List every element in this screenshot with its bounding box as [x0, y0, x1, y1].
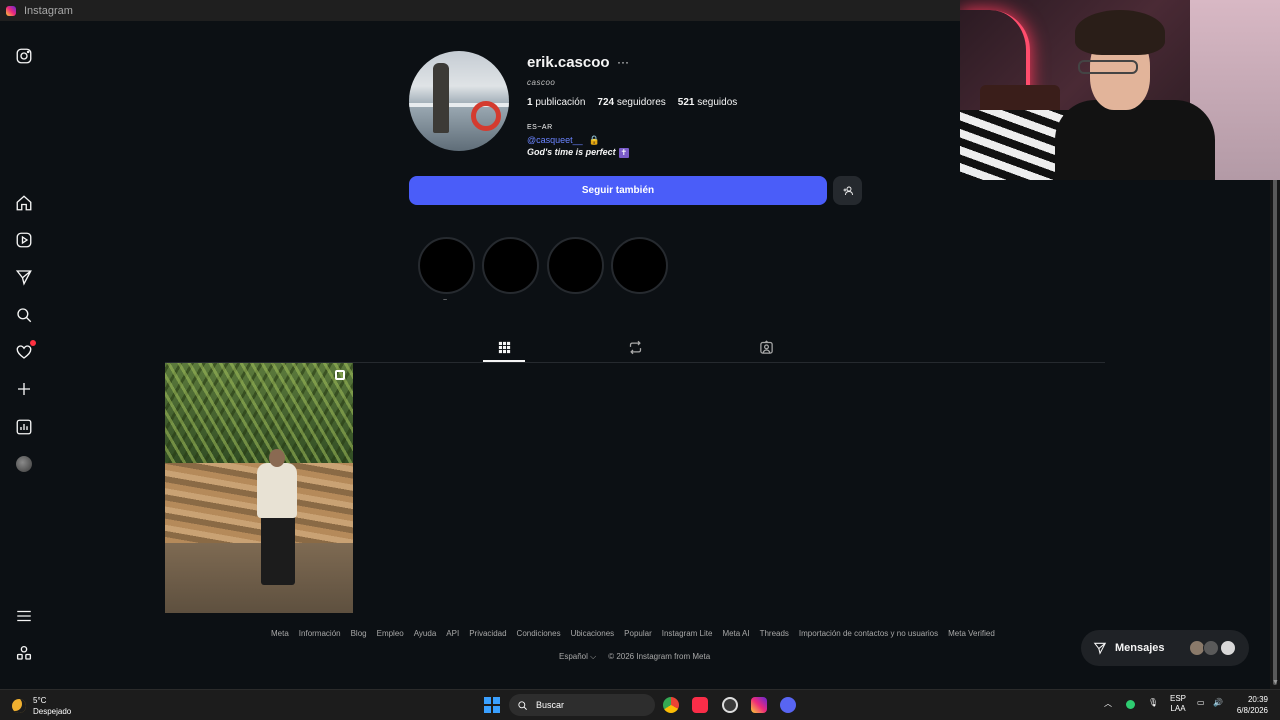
cross-icon: ✝ [618, 148, 629, 158]
create-plus-icon[interactable] [14, 379, 34, 399]
webcam-overlay [960, 0, 1280, 180]
messages-send-icon [1093, 642, 1107, 655]
instagram-taskbar-icon[interactable] [751, 697, 767, 713]
weather-widget[interactable]: 5°C Despejado [12, 695, 71, 717]
bio-quote: God's time is perfect ✝ [527, 147, 629, 158]
profile-stats: 1 publicación 724 seguidores 521 seguido… [527, 97, 737, 108]
footer-link[interactable]: Instagram Lite [662, 629, 713, 638]
stat-posts[interactable]: 1 publicación [527, 97, 585, 108]
profile-avatar[interactable] [14, 454, 34, 474]
footer-links: Meta Información Blog Empleo Ayuda API P… [271, 629, 995, 638]
footer-link[interactable]: Blog [351, 629, 367, 638]
footer-link[interactable]: API [446, 629, 459, 638]
volume-icon[interactable]: 🔊 [1213, 698, 1223, 707]
sidebar-nav [0, 21, 48, 689]
profile-options-button[interactable]: ··· [617, 55, 629, 69]
follow-back-button[interactable]: Seguir también [409, 176, 827, 205]
weather-desc: Despejado [33, 707, 72, 716]
conversation-avatar [1220, 640, 1236, 656]
story-highlight[interactable] [611, 237, 668, 294]
conversation-avatar [1203, 640, 1219, 656]
obs-icon[interactable] [722, 697, 738, 713]
grid-icon [498, 341, 510, 353]
stat-followers[interactable]: 724 seguidores [597, 97, 665, 108]
messages-bar[interactable]: Mensajes [1081, 630, 1249, 666]
windows-start-icon[interactable] [484, 697, 500, 713]
windows-taskbar: 5°C Despejado Buscar ︿ 🎙 ESP LAA ▭ 🔊 20:3… [0, 689, 1280, 720]
menu-hamburger-icon[interactable] [14, 606, 34, 626]
bio-line: ES~AR [527, 124, 553, 131]
repost-icon [629, 340, 641, 354]
footer-link[interactable]: Condiciones [517, 629, 561, 638]
tab-tagged[interactable] [756, 337, 776, 357]
dashboard-chart-icon[interactable] [14, 417, 34, 437]
profile-display-name: cascoo [527, 78, 556, 87]
instagram-logo-icon[interactable] [14, 46, 34, 66]
footer-link[interactable]: Privacidad [469, 629, 506, 638]
network-icon[interactable]: ▭ [1197, 698, 1205, 707]
post-thumbnail[interactable] [165, 363, 353, 613]
carousel-icon [335, 370, 345, 380]
footer-link[interactable]: Información [299, 629, 341, 638]
footer-link[interactable]: Meta Verified [948, 629, 995, 638]
footer-link[interactable]: Threads [760, 629, 789, 638]
footer-link[interactable]: Meta AI [722, 629, 749, 638]
more-apps-icon[interactable] [14, 643, 34, 663]
discord-icon[interactable] [780, 697, 796, 713]
tab-posts-grid[interactable] [494, 337, 514, 357]
footer-link[interactable]: Popular [624, 629, 652, 638]
taskbar-search[interactable]: Buscar [509, 694, 655, 716]
search-icon[interactable] [14, 305, 34, 325]
language-select[interactable]: Español ⌵ [559, 652, 596, 662]
chrome-icon[interactable] [663, 697, 679, 713]
stat-following[interactable]: 521 seguidos [678, 97, 738, 108]
music-app-icon[interactable] [692, 697, 708, 713]
reels-icon[interactable] [14, 230, 34, 250]
story-highlight[interactable] [482, 237, 539, 294]
bio-mention-link[interactable]: @casqueet__ 🔒 [527, 135, 600, 146]
story-highlight[interactable] [418, 237, 475, 294]
moon-icon [12, 699, 26, 713]
messages-label: Mensajes [1115, 642, 1165, 654]
add-person-icon [843, 186, 853, 195]
profile-username: erik.cascoo [527, 54, 610, 71]
taskbar-search-placeholder: Buscar [536, 700, 565, 710]
story-highlight[interactable] [547, 237, 604, 294]
tab-reposts[interactable] [625, 337, 645, 357]
window-title: Instagram [24, 4, 73, 17]
footer-link[interactable]: Empleo [377, 629, 404, 638]
notification-dot [30, 340, 36, 346]
copyright: © 2026 Instagram from Meta [608, 652, 711, 661]
language-indicator[interactable]: ESP LAA [1170, 694, 1186, 714]
microphone-icon[interactable]: 🎙 [1148, 698, 1158, 707]
instagram-app-icon [6, 5, 16, 16]
weather-temp: 5°C [33, 696, 47, 705]
lock-icon: 🔒 [588, 135, 600, 145]
tagged-person-icon [759, 339, 773, 354]
footer-link[interactable]: Meta [271, 629, 289, 638]
footer-link[interactable]: Ayuda [414, 629, 437, 638]
footer-link[interactable]: Importación de contactos y no usuarios [799, 629, 938, 638]
status-green-icon[interactable] [1126, 700, 1135, 709]
tray-chevron-up-icon[interactable]: ︿ [1104, 698, 1112, 709]
highlight-label: ~ [443, 297, 448, 304]
suggested-users-button[interactable] [833, 176, 862, 205]
footer-link[interactable]: Ubicaciones [571, 629, 615, 638]
footer-bottom: Español ⌵ © 2026 Instagram from Meta [559, 652, 710, 662]
notifications-heart-icon[interactable] [14, 340, 36, 362]
messages-send-icon[interactable] [14, 267, 34, 287]
home-icon[interactable] [14, 193, 34, 213]
taskbar-clock[interactable]: 20:39 6/8/2026 [1232, 694, 1268, 716]
search-icon [518, 700, 527, 710]
profile-picture[interactable] [409, 51, 509, 151]
